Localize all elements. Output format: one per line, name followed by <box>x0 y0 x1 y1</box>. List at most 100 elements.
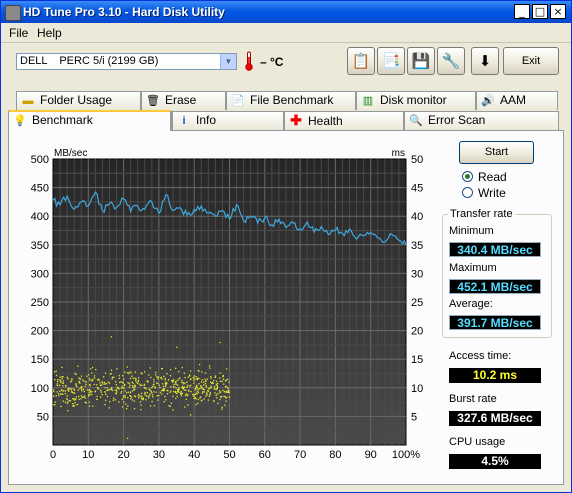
access-time-point <box>202 391 204 393</box>
access-time-point <box>113 397 115 399</box>
access-time-point <box>228 396 231 398</box>
access-time-point <box>169 391 171 393</box>
access-time-point <box>180 390 182 393</box>
access-time-point <box>68 399 70 402</box>
access-time-point <box>227 388 229 390</box>
access-time-point <box>112 399 114 401</box>
access-time-point <box>61 366 63 369</box>
access-time-point <box>178 370 180 373</box>
y-right-tick-label: 40 <box>411 211 423 223</box>
access-time-point <box>203 391 205 393</box>
access-time-point <box>188 375 191 377</box>
access-time-point <box>72 402 74 405</box>
access-time-point <box>61 378 63 380</box>
access-time-point <box>194 388 197 390</box>
access-time-point <box>67 388 69 390</box>
access-time-point <box>118 401 120 403</box>
access-time-point <box>133 400 136 402</box>
access-time-point <box>164 377 166 380</box>
access-time-point <box>68 390 70 392</box>
access-time-point <box>156 395 158 397</box>
burst-rate-label: Burst rate <box>449 393 497 405</box>
access-time-point <box>67 378 69 380</box>
access-time-point <box>193 397 195 400</box>
access-time-point <box>128 382 130 385</box>
read-radio[interactable] <box>462 171 473 182</box>
access-time-point <box>89 393 91 396</box>
access-time-point <box>190 390 192 393</box>
tab-label: AAM <box>500 93 527 107</box>
exit-button[interactable]: Exit <box>503 47 559 75</box>
close-button[interactable]: × <box>550 4 566 19</box>
access-time-point <box>197 398 199 401</box>
access-time-point <box>66 395 68 397</box>
access-time-point <box>144 394 146 396</box>
access-time-point <box>84 385 86 387</box>
access-time-point <box>88 383 91 386</box>
access-time-point <box>197 402 199 404</box>
access-time-point <box>61 393 63 395</box>
access-time-point <box>118 388 120 390</box>
access-time-point <box>197 391 200 394</box>
access-time-point <box>222 374 225 377</box>
access-time-point <box>119 381 121 384</box>
access-time-point <box>103 376 105 378</box>
access-time-point <box>70 381 72 383</box>
minimize-to-tray-button[interactable]: ⬇ <box>471 47 499 75</box>
x-tick-label: 60 <box>259 449 271 461</box>
average-value: 391.7 MB/sec <box>449 315 541 330</box>
x-tick-label: 0 <box>50 449 56 461</box>
access-time-point <box>96 395 98 398</box>
access-time-point <box>170 390 172 392</box>
y-right-tick-label: 25 <box>411 297 423 309</box>
access-time-point <box>81 388 83 390</box>
access-time-point <box>75 384 77 386</box>
access-time-point <box>219 398 221 401</box>
access-time-point <box>197 369 199 372</box>
access-time-point <box>96 384 98 386</box>
start-button[interactable]: Start <box>459 141 534 164</box>
access-time-point <box>201 392 204 394</box>
access-time-point <box>111 387 113 389</box>
access-time-point <box>77 365 79 367</box>
access-time-point <box>183 372 185 374</box>
access-time-point <box>89 368 92 370</box>
access-time-point <box>187 384 189 386</box>
access-time-point <box>185 398 187 400</box>
access-time-point <box>105 399 107 401</box>
tab-label: Benchmark <box>32 113 93 127</box>
maximize-button[interactable]: □ <box>532 4 548 19</box>
access-time-point <box>221 406 223 409</box>
access-time-point <box>219 372 221 374</box>
access-time-point <box>110 336 113 338</box>
write-radio[interactable] <box>462 187 473 198</box>
access-time-point <box>135 381 137 383</box>
access-time-point <box>55 370 57 372</box>
access-time-point <box>215 394 217 397</box>
access-time-point <box>123 394 125 397</box>
access-time-point <box>124 396 126 399</box>
access-time-point <box>193 378 195 380</box>
access-time-point <box>106 395 109 398</box>
access-time-point <box>148 397 150 399</box>
access-time-point <box>214 392 216 394</box>
y-right-tick-label: 50 <box>411 154 423 166</box>
access-time-point <box>152 396 154 398</box>
options-button[interactable]: 🔧 <box>437 47 465 75</box>
lightbulb-icon: 💡 <box>13 115 27 127</box>
tab-benchmark[interactable]: 💡 Benchmark <box>8 110 171 131</box>
access-time-point <box>186 386 188 388</box>
access-time-point <box>201 371 203 373</box>
access-time-point <box>140 404 142 406</box>
minimize-button[interactable]: _ <box>514 4 530 19</box>
app-window: HD Tune Pro 3.10 - Hard Disk Utility _ □… <box>0 0 572 493</box>
access-time-point <box>228 389 230 392</box>
tab-aam[interactable]: 🔊 AAM <box>476 91 558 110</box>
access-time-point <box>153 391 155 393</box>
access-time-point <box>149 394 151 397</box>
access-time-point <box>140 392 143 395</box>
transfer-rate-heading: Transfer rate <box>448 208 515 220</box>
access-time-point <box>202 388 205 391</box>
access-time-point <box>154 386 156 388</box>
access-time-point <box>149 393 151 395</box>
